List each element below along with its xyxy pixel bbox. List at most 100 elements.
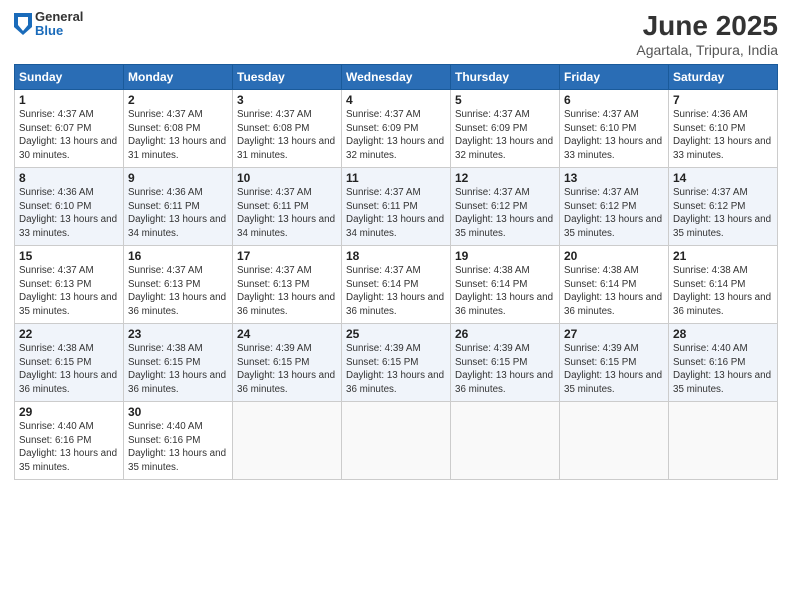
day-info: Sunrise: 4:39 AMSunset: 6:15 PMDaylight:… [564, 342, 664, 396]
day-number: 1 [19, 93, 119, 107]
day-number: 18 [346, 249, 446, 263]
day-info: Sunrise: 4:37 AMSunset: 6:09 PMDaylight:… [455, 108, 555, 162]
day-number: 24 [237, 327, 337, 341]
day-info: Sunrise: 4:37 AMSunset: 6:14 PMDaylight:… [346, 264, 446, 318]
calendar-cell: 14Sunrise: 4:37 AMSunset: 6:12 PMDayligh… [669, 168, 778, 246]
calendar-cell: 22Sunrise: 4:38 AMSunset: 6:15 PMDayligh… [15, 324, 124, 402]
day-number: 9 [128, 171, 228, 185]
day-number: 16 [128, 249, 228, 263]
calendar-cell: 7Sunrise: 4:36 AMSunset: 6:10 PMDaylight… [669, 90, 778, 168]
day-of-week-header: Sunday [15, 65, 124, 90]
day-number: 3 [237, 93, 337, 107]
day-number: 30 [128, 405, 228, 419]
day-number: 13 [564, 171, 664, 185]
logo: General Blue [14, 10, 83, 39]
day-number: 25 [346, 327, 446, 341]
calendar-cell: 3Sunrise: 4:37 AMSunset: 6:08 PMDaylight… [233, 90, 342, 168]
day-of-week-header: Tuesday [233, 65, 342, 90]
calendar-cell: 25Sunrise: 4:39 AMSunset: 6:15 PMDayligh… [342, 324, 451, 402]
calendar-cell: 30Sunrise: 4:40 AMSunset: 6:16 PMDayligh… [124, 402, 233, 480]
day-info: Sunrise: 4:37 AMSunset: 6:13 PMDaylight:… [128, 264, 228, 318]
calendar-week-row: 8Sunrise: 4:36 AMSunset: 6:10 PMDaylight… [15, 168, 778, 246]
day-info: Sunrise: 4:37 AMSunset: 6:13 PMDaylight:… [237, 264, 337, 318]
day-info: Sunrise: 4:37 AMSunset: 6:12 PMDaylight:… [455, 186, 555, 240]
day-number: 21 [673, 249, 773, 263]
calendar-cell: 19Sunrise: 4:38 AMSunset: 6:14 PMDayligh… [451, 246, 560, 324]
day-number: 28 [673, 327, 773, 341]
day-info: Sunrise: 4:39 AMSunset: 6:15 PMDaylight:… [237, 342, 337, 396]
day-info: Sunrise: 4:38 AMSunset: 6:15 PMDaylight:… [19, 342, 119, 396]
calendar-cell: 24Sunrise: 4:39 AMSunset: 6:15 PMDayligh… [233, 324, 342, 402]
logo-blue: Blue [35, 24, 83, 38]
day-info: Sunrise: 4:37 AMSunset: 6:11 PMDaylight:… [346, 186, 446, 240]
calendar-cell: 15Sunrise: 4:37 AMSunset: 6:13 PMDayligh… [15, 246, 124, 324]
calendar-cell [342, 402, 451, 480]
day-info: Sunrise: 4:37 AMSunset: 6:08 PMDaylight:… [237, 108, 337, 162]
day-info: Sunrise: 4:37 AMSunset: 6:09 PMDaylight:… [346, 108, 446, 162]
day-number: 4 [346, 93, 446, 107]
day-number: 5 [455, 93, 555, 107]
calendar-cell: 27Sunrise: 4:39 AMSunset: 6:15 PMDayligh… [560, 324, 669, 402]
calendar-cell: 10Sunrise: 4:37 AMSunset: 6:11 PMDayligh… [233, 168, 342, 246]
calendar-cell: 13Sunrise: 4:37 AMSunset: 6:12 PMDayligh… [560, 168, 669, 246]
day-number: 8 [19, 171, 119, 185]
logo-text: General Blue [35, 10, 83, 39]
title-block: June 2025 Agartala, Tripura, India [636, 10, 778, 58]
day-info: Sunrise: 4:36 AMSunset: 6:10 PMDaylight:… [19, 186, 119, 240]
day-info: Sunrise: 4:37 AMSunset: 6:13 PMDaylight:… [19, 264, 119, 318]
day-number: 17 [237, 249, 337, 263]
calendar-cell: 18Sunrise: 4:37 AMSunset: 6:14 PMDayligh… [342, 246, 451, 324]
logo-icon [14, 13, 32, 35]
day-of-week-header: Wednesday [342, 65, 451, 90]
calendar-cell: 21Sunrise: 4:38 AMSunset: 6:14 PMDayligh… [669, 246, 778, 324]
calendar-week-row: 15Sunrise: 4:37 AMSunset: 6:13 PMDayligh… [15, 246, 778, 324]
day-number: 10 [237, 171, 337, 185]
day-info: Sunrise: 4:36 AMSunset: 6:10 PMDaylight:… [673, 108, 773, 162]
day-info: Sunrise: 4:37 AMSunset: 6:08 PMDaylight:… [128, 108, 228, 162]
calendar-header-row: SundayMondayTuesdayWednesdayThursdayFrid… [15, 65, 778, 90]
day-info: Sunrise: 4:40 AMSunset: 6:16 PMDaylight:… [673, 342, 773, 396]
calendar-week-row: 29Sunrise: 4:40 AMSunset: 6:16 PMDayligh… [15, 402, 778, 480]
day-number: 7 [673, 93, 773, 107]
calendar-cell: 11Sunrise: 4:37 AMSunset: 6:11 PMDayligh… [342, 168, 451, 246]
calendar-table: SundayMondayTuesdayWednesdayThursdayFrid… [14, 64, 778, 480]
calendar-cell: 26Sunrise: 4:39 AMSunset: 6:15 PMDayligh… [451, 324, 560, 402]
day-number: 15 [19, 249, 119, 263]
day-info: Sunrise: 4:40 AMSunset: 6:16 PMDaylight:… [128, 420, 228, 474]
day-number: 22 [19, 327, 119, 341]
calendar-cell: 28Sunrise: 4:40 AMSunset: 6:16 PMDayligh… [669, 324, 778, 402]
calendar-cell [560, 402, 669, 480]
calendar-cell [669, 402, 778, 480]
day-info: Sunrise: 4:38 AMSunset: 6:15 PMDaylight:… [128, 342, 228, 396]
calendar-cell: 2Sunrise: 4:37 AMSunset: 6:08 PMDaylight… [124, 90, 233, 168]
day-number: 2 [128, 93, 228, 107]
calendar-cell: 20Sunrise: 4:38 AMSunset: 6:14 PMDayligh… [560, 246, 669, 324]
day-info: Sunrise: 4:37 AMSunset: 6:11 PMDaylight:… [237, 186, 337, 240]
day-number: 14 [673, 171, 773, 185]
calendar-cell: 1Sunrise: 4:37 AMSunset: 6:07 PMDaylight… [15, 90, 124, 168]
day-number: 27 [564, 327, 664, 341]
day-info: Sunrise: 4:38 AMSunset: 6:14 PMDaylight:… [455, 264, 555, 318]
day-number: 23 [128, 327, 228, 341]
day-info: Sunrise: 4:37 AMSunset: 6:10 PMDaylight:… [564, 108, 664, 162]
day-info: Sunrise: 4:38 AMSunset: 6:14 PMDaylight:… [673, 264, 773, 318]
calendar-week-row: 22Sunrise: 4:38 AMSunset: 6:15 PMDayligh… [15, 324, 778, 402]
calendar-cell: 4Sunrise: 4:37 AMSunset: 6:09 PMDaylight… [342, 90, 451, 168]
day-info: Sunrise: 4:37 AMSunset: 6:07 PMDaylight:… [19, 108, 119, 162]
calendar-cell [233, 402, 342, 480]
day-of-week-header: Friday [560, 65, 669, 90]
calendar-week-row: 1Sunrise: 4:37 AMSunset: 6:07 PMDaylight… [15, 90, 778, 168]
day-info: Sunrise: 4:39 AMSunset: 6:15 PMDaylight:… [455, 342, 555, 396]
day-number: 20 [564, 249, 664, 263]
day-info: Sunrise: 4:40 AMSunset: 6:16 PMDaylight:… [19, 420, 119, 474]
day-number: 29 [19, 405, 119, 419]
calendar-cell: 9Sunrise: 4:36 AMSunset: 6:11 PMDaylight… [124, 168, 233, 246]
day-of-week-header: Saturday [669, 65, 778, 90]
page: General Blue June 2025 Agartala, Tripura… [0, 0, 792, 612]
day-info: Sunrise: 4:38 AMSunset: 6:14 PMDaylight:… [564, 264, 664, 318]
day-number: 12 [455, 171, 555, 185]
day-number: 11 [346, 171, 446, 185]
header: General Blue June 2025 Agartala, Tripura… [14, 10, 778, 58]
logo-general: General [35, 10, 83, 24]
calendar-cell: 12Sunrise: 4:37 AMSunset: 6:12 PMDayligh… [451, 168, 560, 246]
